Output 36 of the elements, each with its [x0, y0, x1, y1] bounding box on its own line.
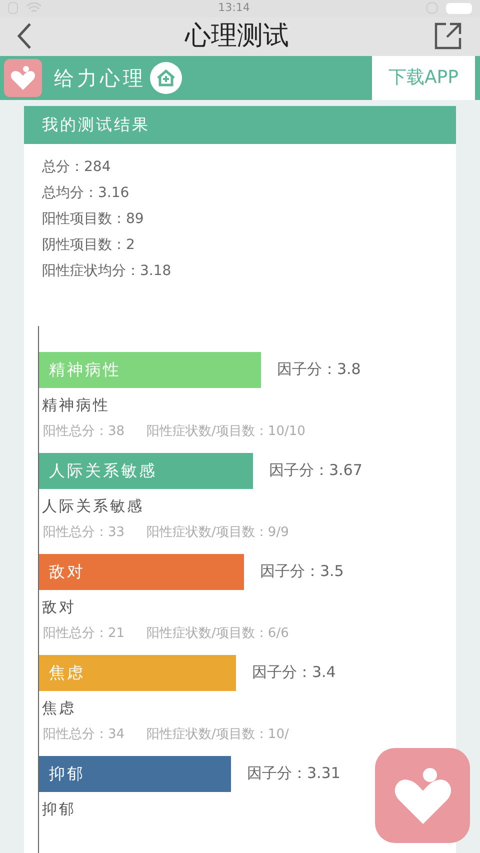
symptom-ratio: 阳性症状数/项目数：9/9	[146, 524, 289, 542]
stat-line: 阴性项目数：2	[42, 236, 136, 254]
factor-score: 因子分：3.8	[277, 359, 361, 380]
card-title: 我的测试结果	[42, 114, 150, 136]
download-app-button[interactable]: 下载APP	[372, 56, 475, 100]
factor-score: 因子分：3.67	[269, 460, 362, 482]
home-icon	[150, 62, 182, 94]
symptom-ratio: 阳性症状数/项目数：6/6	[146, 625, 289, 643]
bar-label: 精神病性	[49, 358, 121, 380]
positive-total: 阳性总分：34	[43, 726, 125, 744]
factor-name: 敌对	[41, 596, 77, 618]
bar-label: 焦虑	[49, 662, 85, 684]
symptom-ratio: 阳性症状数/项目数：10/	[146, 726, 289, 744]
factor-score: 因子分：3.4	[252, 662, 336, 684]
stat-line: 阳性项目数：89	[42, 210, 145, 228]
stat-line: 阳性症状均分：3.18	[42, 262, 172, 280]
stat-line: 总均分：3.16	[42, 184, 130, 202]
positive-total: 阳性总分：21	[43, 625, 125, 643]
bar-label: 敌对	[49, 560, 85, 582]
factor-name: 精神病性	[41, 394, 111, 416]
status-time: 13:14	[218, 0, 250, 16]
share-button[interactable]	[434, 21, 464, 51]
factor-score: 因子分：3.5	[260, 561, 344, 582]
factor-name: 抑郁	[41, 798, 77, 820]
factor-name: 焦虑	[41, 698, 77, 718]
brand-name: 给力心理	[54, 64, 146, 92]
stat-line: 总分：284	[42, 158, 112, 176]
symptom-ratio: 阳性症状数/项目数：10/10	[146, 423, 306, 441]
positive-total: 阳性总分：38	[43, 423, 125, 441]
bar-label: 抑郁	[49, 762, 85, 784]
page-title: 心理测试	[185, 20, 289, 52]
factor-score: 因子分：3.31	[247, 763, 340, 784]
positive-total: 阳性总分：33	[43, 524, 125, 542]
battery-icon	[446, 2, 472, 14]
bar-label: 人际关系敏感	[49, 460, 157, 482]
factor-name: 人际关系敏感	[41, 496, 145, 516]
